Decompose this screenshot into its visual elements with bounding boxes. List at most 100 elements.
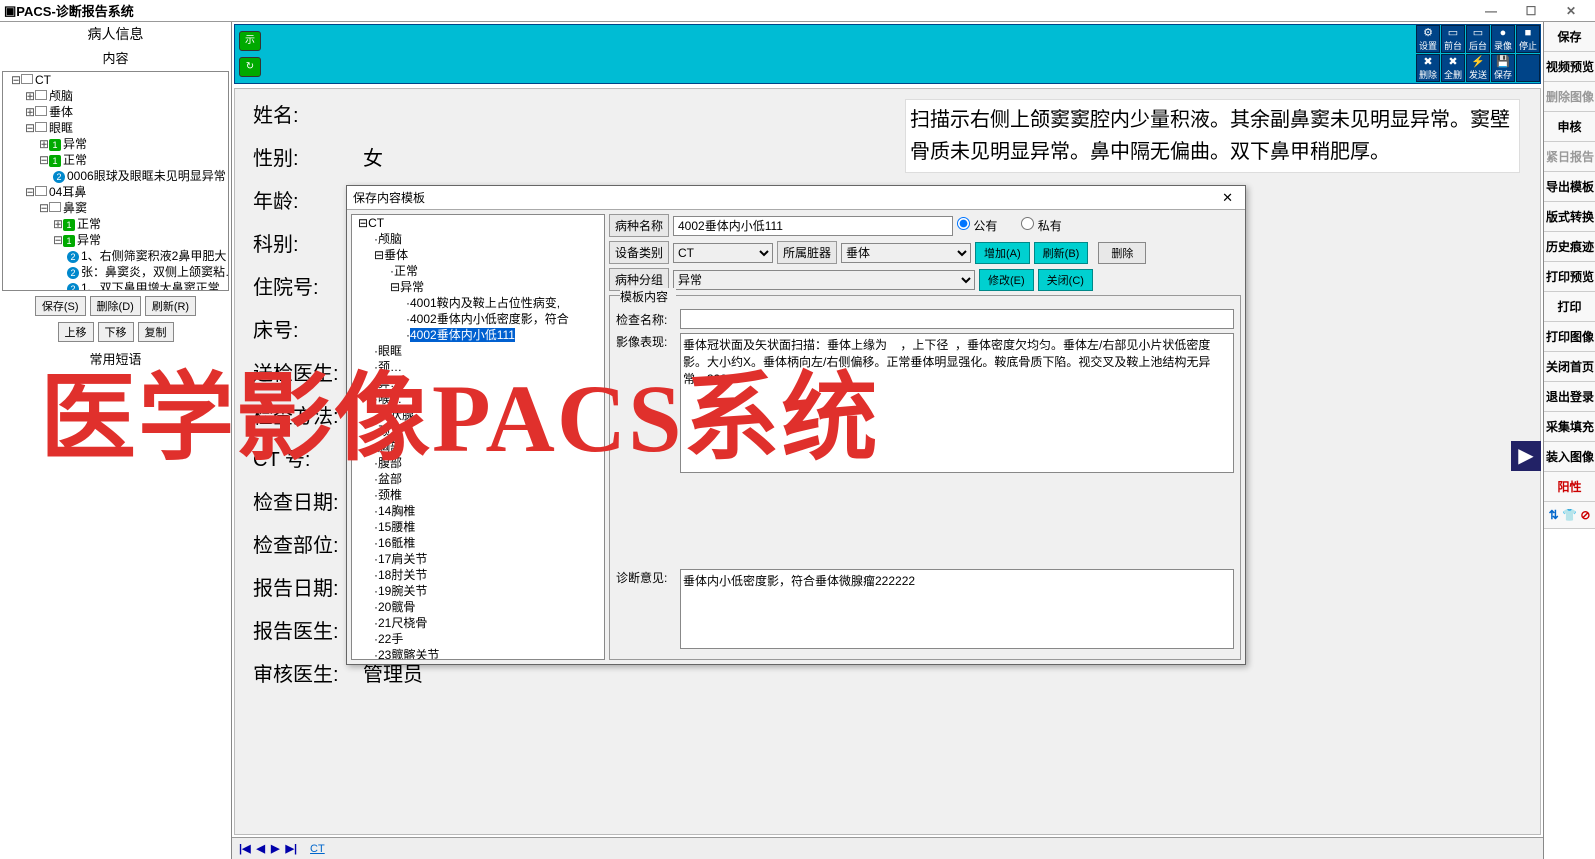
right-申核[interactable]: 申核 bbox=[1544, 112, 1595, 142]
tree-save-button[interactable]: 保存(S) bbox=[35, 296, 86, 316]
refresh-button[interactable]: 刷新(B) bbox=[1034, 242, 1089, 264]
tree-movedown-button[interactable]: 下移 bbox=[98, 322, 134, 342]
tree-node[interactable]: ⊟眼眶 bbox=[3, 120, 228, 136]
toolbar-发送[interactable]: ⚡发送 bbox=[1466, 54, 1490, 82]
findings-text[interactable]: 扫描示右侧上颌窦窦腔内少量积液。其余副鼻窦未见明显异常。窦壁骨质未见明显异常。鼻… bbox=[905, 99, 1520, 173]
right-装入图像[interactable]: 装入图像 bbox=[1544, 442, 1595, 472]
dialog-tree-node[interactable]: ·鼻… bbox=[352, 375, 604, 391]
dialog-tree-node[interactable]: ·喉… bbox=[352, 391, 604, 407]
right-打印预览[interactable]: 打印预览 bbox=[1544, 262, 1595, 292]
tree-node[interactable]: ⊟鼻窦 bbox=[3, 200, 228, 216]
dialog-tree-node[interactable]: ⊟CT bbox=[352, 215, 604, 231]
dialog-tree-node[interactable]: ·17肩关节 bbox=[352, 551, 604, 567]
dialog-tree-node[interactable]: ·眼眶 bbox=[352, 343, 604, 359]
tree-node[interactable]: ⊟04耳鼻 bbox=[3, 184, 228, 200]
dialog-tree-node[interactable]: ·18肘关节 bbox=[352, 567, 604, 583]
dialog-tree[interactable]: ⊟CT·颅脑⊟垂体·正常⊟异常·4001鞍内及鞍上占位性病变,·4002垂体内小… bbox=[351, 214, 605, 660]
dialog-tree-node[interactable]: ·4001鞍内及鞍上占位性病变, bbox=[352, 295, 604, 311]
tree-refresh-button[interactable]: 刷新(R) bbox=[145, 296, 196, 316]
tree-node[interactable]: ⊟1异常 bbox=[3, 232, 228, 248]
toolbar-后台[interactable]: ▭后台 bbox=[1466, 25, 1490, 53]
toolbar-保存[interactable]: 💾保存 bbox=[1491, 54, 1515, 82]
dialog-tree-node[interactable]: ·盆部 bbox=[352, 471, 604, 487]
toolbar-green-1[interactable]: 示 bbox=[239, 31, 261, 51]
dialog-tree-node[interactable]: ·14胸椎 bbox=[352, 503, 604, 519]
tree-node[interactable]: 21、右侧筛窦积液2鼻甲肥大… bbox=[3, 248, 228, 264]
dialog-tree-node[interactable]: ·颈椎 bbox=[352, 487, 604, 503]
tree-node[interactable]: ⊞1正常 bbox=[3, 216, 228, 232]
dialog-tree-node[interactable]: ·4002垂体内小低密度影，符合 bbox=[352, 311, 604, 327]
dialog-tree-node[interactable]: ·16骶椎 bbox=[352, 535, 604, 551]
impression-textarea[interactable]: 垂体冠状面及矢状面扫描：垂体上缘为 ，上下径 ，垂体密度欠均匀。垂体左/右部见小… bbox=[680, 333, 1234, 473]
tab-nav-prev[interactable]: ◀ bbox=[254, 842, 268, 855]
tab-nav-last[interactable]: ▶| bbox=[282, 842, 300, 855]
radio-public[interactable]: 公有 bbox=[957, 217, 997, 234]
dialog-tree-node[interactable]: ·颅脑 bbox=[352, 231, 604, 247]
close-button[interactable]: 关闭(C) bbox=[1038, 269, 1093, 291]
template-tree[interactable]: ⊟CT⊞颅脑⊞垂体⊟眼眶⊞1异常⊟1正常20006眼球及眼眶未见明显异常⊟04耳… bbox=[2, 71, 229, 291]
tree-node[interactable]: ⊞1异常 bbox=[3, 136, 228, 152]
tree-node[interactable]: ⊞垂体 bbox=[3, 104, 228, 120]
tree-node[interactable]: 20006眼球及眼眶未见明显异常 bbox=[3, 168, 228, 184]
dialog-tree-node[interactable]: ·腹部 bbox=[352, 455, 604, 471]
toolbar-前台[interactable]: ▭前台 bbox=[1441, 25, 1465, 53]
tree-node[interactable]: 2张：鼻窦炎，双侧上颌窦粘… bbox=[3, 264, 228, 280]
radio-private[interactable]: 私有 bbox=[1021, 217, 1061, 234]
tab-ct[interactable]: CT bbox=[300, 843, 335, 855]
modify-button[interactable]: 修改(E) bbox=[979, 269, 1034, 291]
tree-delete-button[interactable]: 删除(D) bbox=[90, 296, 141, 316]
exam-name-input[interactable] bbox=[680, 309, 1234, 329]
dialog-tree-node[interactable]: ·21尺桡骨 bbox=[352, 615, 604, 631]
tree-moveup-button[interactable]: 上移 bbox=[58, 322, 94, 342]
right-退出登录[interactable]: 退出登录 bbox=[1544, 382, 1595, 412]
right-保存[interactable]: 保存 bbox=[1544, 22, 1595, 52]
right-导出模板[interactable]: 导出模板 bbox=[1544, 172, 1595, 202]
right-删除图像[interactable]: 删除图像 bbox=[1544, 82, 1595, 112]
dialog-tree-node[interactable]: ·19腕关节 bbox=[352, 583, 604, 599]
disease-name-input[interactable] bbox=[673, 216, 953, 236]
right-打印图像[interactable]: 打印图像 bbox=[1544, 322, 1595, 352]
add-button[interactable]: 增加(A) bbox=[975, 242, 1030, 264]
right-视频预览[interactable]: 视频预览 bbox=[1544, 52, 1595, 82]
right-紧日报告[interactable]: 紧日报告 bbox=[1544, 142, 1595, 172]
tree-node[interactable]: ⊟1正常 bbox=[3, 152, 228, 168]
right-版式转换[interactable]: 版式转换 bbox=[1544, 202, 1595, 232]
toolbar-[interactable] bbox=[1516, 54, 1540, 82]
toolbar-设置[interactable]: ⚙设置 bbox=[1416, 25, 1440, 53]
dialog-tree-node[interactable]: ·23髋髂关节 bbox=[352, 647, 604, 660]
tree-node[interactable]: ⊞颅脑 bbox=[3, 88, 228, 104]
right-采集填充[interactable]: 采集填充 bbox=[1544, 412, 1595, 442]
right-历史痕迹[interactable]: 历史痕迹 bbox=[1544, 232, 1595, 262]
right-关闭首页[interactable]: 关闭首页 bbox=[1544, 352, 1595, 382]
dialog-tree-node[interactable]: ·15腰椎 bbox=[352, 519, 604, 535]
window-minimize[interactable]: — bbox=[1471, 4, 1511, 18]
window-maximize[interactable]: ☐ bbox=[1511, 4, 1551, 18]
tree-copy-button[interactable]: 复制 bbox=[138, 322, 174, 342]
tab-nav-next[interactable]: ▶ bbox=[268, 842, 282, 855]
dialog-tree-node[interactable]: ·颈… bbox=[352, 423, 604, 439]
dialog-tree-node[interactable]: ·甲状腺 bbox=[352, 407, 604, 423]
toolbar-删除[interactable]: ✖删除 bbox=[1416, 54, 1440, 82]
toolbar-录像[interactable]: ●录像 bbox=[1491, 25, 1515, 53]
dialog-tree-node[interactable]: ·22手 bbox=[352, 631, 604, 647]
dialog-tree-node[interactable]: ·正常 bbox=[352, 263, 604, 279]
tab-nav-first[interactable]: |◀ bbox=[236, 842, 254, 855]
tree-node[interactable]: 21、双下鼻甲增大鼻窦正常 bbox=[3, 280, 228, 291]
tree-node[interactable]: ⊟CT bbox=[3, 72, 228, 88]
dialog-tree-node[interactable]: ·20髋骨 bbox=[352, 599, 604, 615]
dialog-tree-node[interactable]: ·颈… bbox=[352, 359, 604, 375]
organ-select[interactable]: 垂体 bbox=[841, 243, 971, 263]
device-type-select[interactable]: CT bbox=[673, 243, 773, 263]
dialog-close-icon[interactable]: ✕ bbox=[1216, 190, 1239, 206]
positive-button[interactable]: 阳性 bbox=[1544, 472, 1595, 502]
collapse-right-icon[interactable]: ▶ bbox=[1511, 441, 1541, 471]
dialog-tree-node[interactable]: ⊟异常 bbox=[352, 279, 604, 295]
toolbar-全删[interactable]: ✖全删 bbox=[1441, 54, 1465, 82]
toolbar-停止[interactable]: ■停止 bbox=[1516, 25, 1540, 53]
dialog-tree-node[interactable]: ·4002垂体内小低111 bbox=[352, 327, 604, 343]
toolbar-green-2[interactable]: ↻ bbox=[239, 57, 261, 77]
window-close[interactable]: ✕ bbox=[1551, 4, 1591, 18]
dialog-tree-node[interactable]: ⊟垂体 bbox=[352, 247, 604, 263]
delete-button[interactable]: 删除 bbox=[1098, 242, 1146, 264]
icon-buttons[interactable]: ⇅ 👕 ⊘ bbox=[1544, 502, 1595, 529]
